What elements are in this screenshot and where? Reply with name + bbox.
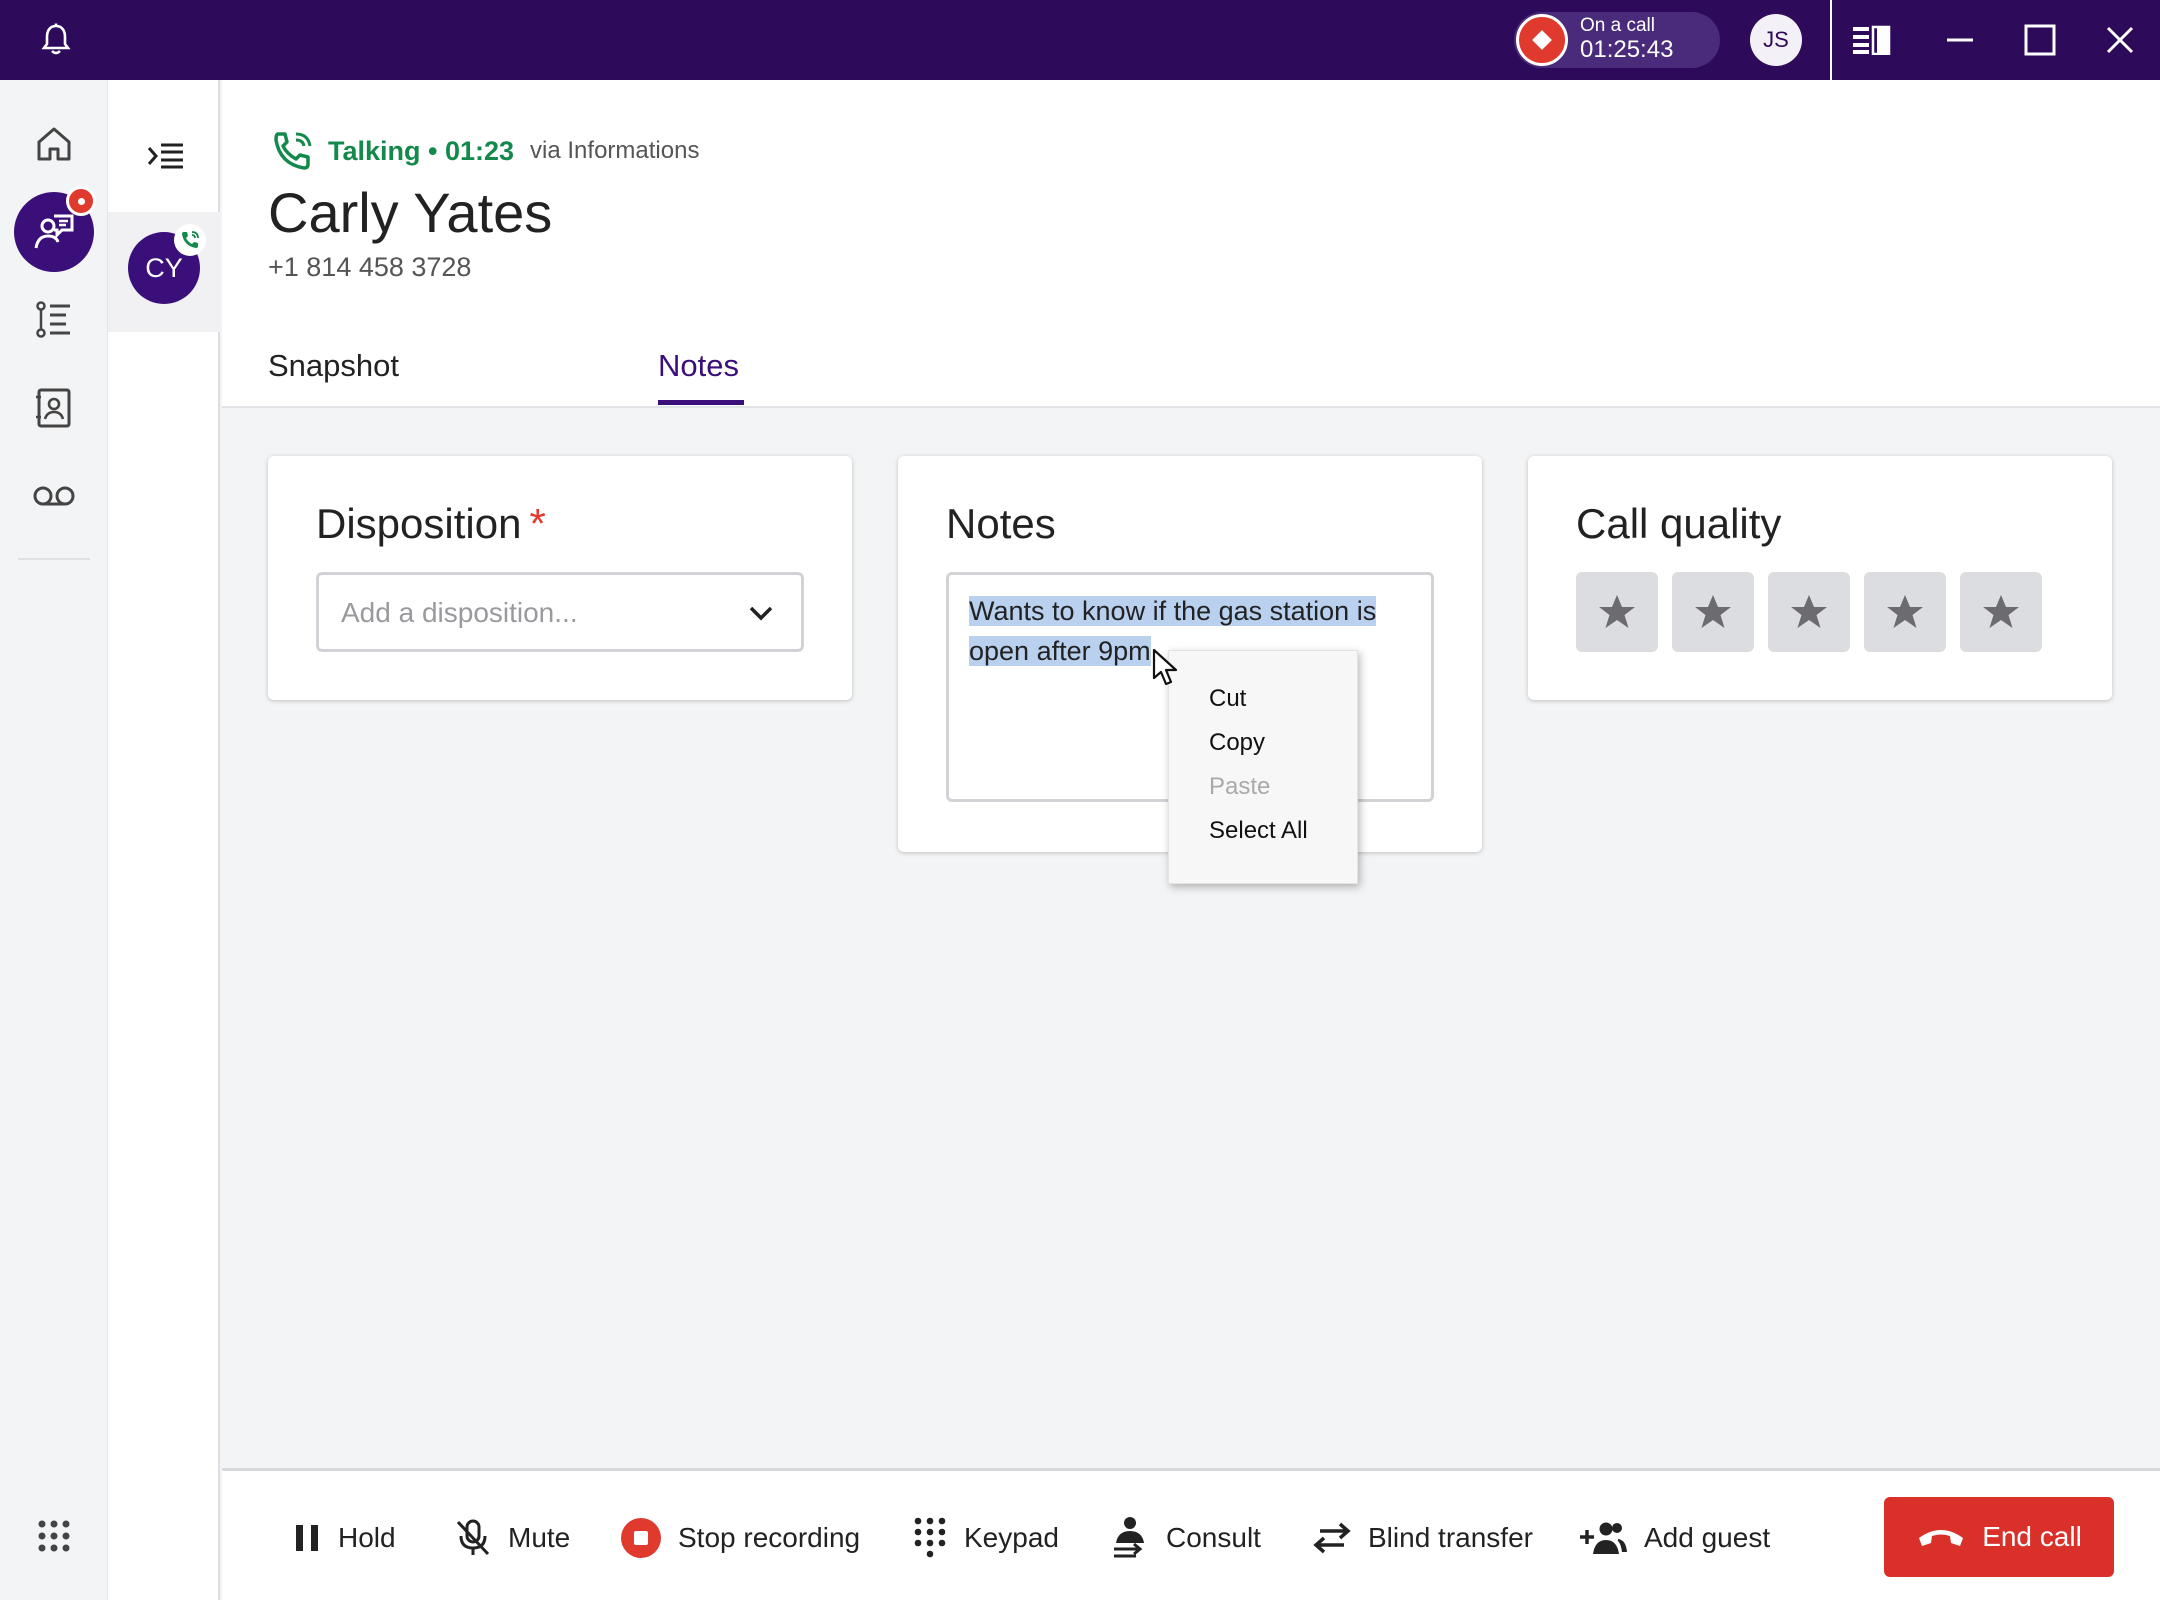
mute-button[interactable]: Mute [454,1513,570,1563]
on-call-indicator[interactable]: On a call 01:25:43 [1514,12,1720,68]
recording-icon [1516,14,1568,66]
active-call-icon [174,224,206,256]
call-header: Talking • 01:23 via Informations Carly Y… [222,80,2160,408]
mic-off-icon [456,1519,490,1556]
star-icon [1599,595,1635,628]
disposition-card: Disposition * Add a disposition... [268,456,852,700]
queue-list-icon[interactable] [22,288,86,352]
on-call-timer: 01:25:43 [1580,36,1674,64]
context-menu: Cut Copy Paste Select All [1168,650,1358,884]
required-marker: * [529,500,546,547]
call-status-text: Talking • 01:23 [328,135,515,166]
star-rating-1[interactable] [1576,572,1658,652]
collapse-panel-icon[interactable] [142,132,190,180]
minimize-icon[interactable] [1936,16,1984,64]
end-call-label: End call [1982,1521,2082,1552]
mute-label: Mute [508,1522,571,1553]
phone-talking-icon [274,132,312,170]
hold-button[interactable]: Hold [292,1513,396,1563]
maximize-icon[interactable] [2016,16,2064,64]
home-icon[interactable] [22,112,86,176]
hang-up-icon [1919,1530,1964,1546]
hold-label: Hold [338,1522,396,1553]
star-icon [1887,595,1923,628]
add-guest-label: Add guest [1644,1522,1771,1553]
star-icon [1695,595,1731,628]
tab-snapshot[interactable]: Snapshot [268,348,399,384]
notification-bell-icon[interactable] [34,18,78,62]
consult-icon [1114,1517,1144,1558]
blind-transfer-label: Blind transfer [1368,1522,1533,1553]
end-call-button[interactable]: End call [1884,1497,2114,1577]
contact-phone: +1 814 458 3728 [268,252,472,282]
context-menu-copy[interactable]: Copy [1209,729,1265,757]
pause-icon [296,1525,318,1551]
notes-title: Notes [946,500,1056,547]
add-person-icon [1580,1522,1627,1554]
contact-name: Carly Yates [268,181,553,244]
notes-line-1: Wants to know if the gas station is [969,596,1377,626]
blind-transfer-button[interactable]: Blind transfer [1312,1513,1533,1563]
star-rating-4[interactable] [1864,572,1946,652]
keypad-icon [914,1517,946,1558]
call-status: Talking • 01:23 via Informations [272,130,699,172]
on-call-label: On a call [1580,15,1655,37]
chevron-down-icon [747,599,775,632]
close-icon[interactable] [2096,16,2144,64]
star-icon [1983,595,2019,628]
voicemail-icon[interactable] [22,464,86,528]
interactions-column: CY [108,80,220,1600]
left-nav [0,80,108,1600]
interactions-icon[interactable] [14,186,96,272]
keypad-label: Keypad [964,1522,1059,1553]
context-menu-cut[interactable]: Cut [1209,685,1246,713]
nav-divider [18,558,90,560]
context-menu-paste: Paste [1209,773,1271,800]
call-via-text: via Informations [530,137,700,164]
call-controls-toolbar: Hold Mute Stop recording Keypad Consult … [222,1468,2160,1600]
tab-notes[interactable]: Notes [658,348,739,384]
stop-recording-icon [621,1518,661,1558]
call-quality-card: Call quality [1528,456,2112,700]
side-panel-toggle-icon[interactable] [1848,16,1896,64]
context-menu-select-all[interactable]: Select All [1209,817,1308,845]
call-quality-title: Call quality [1576,500,1782,547]
consult-button[interactable]: Consult [1110,1513,1261,1563]
stop-recording-label: Stop recording [678,1522,861,1553]
disposition-select[interactable]: Add a disposition... [316,572,804,652]
mouse-pointer-icon [1152,648,1182,693]
consult-label: Consult [1166,1522,1261,1553]
title-bar: On a call 01:25:43 JS [0,0,2160,80]
disposition-placeholder: Add a disposition... [341,597,578,628]
notification-badge [66,186,96,216]
active-interaction[interactable]: CY [108,212,220,332]
star-rating-3[interactable] [1768,572,1850,652]
star-rating-5[interactable] [1960,572,2042,652]
user-avatar[interactable]: JS [1750,14,1802,66]
contacts-icon[interactable] [22,376,86,440]
titlebar-divider [1830,0,1832,80]
transfer-arrows-icon [1313,1522,1351,1554]
apps-grid-icon[interactable] [22,1504,86,1568]
star-rating-2[interactable] [1672,572,1754,652]
keypad-button[interactable]: Keypad [912,1513,1059,1563]
stop-recording-button[interactable]: Stop recording [620,1513,860,1563]
add-guest-button[interactable]: Add guest [1578,1513,1770,1563]
notes-line-2: open after 9pm [969,636,1151,666]
star-icon [1791,595,1827,628]
active-tab-indicator [658,400,744,405]
disposition-title: Disposition * [316,500,546,547]
